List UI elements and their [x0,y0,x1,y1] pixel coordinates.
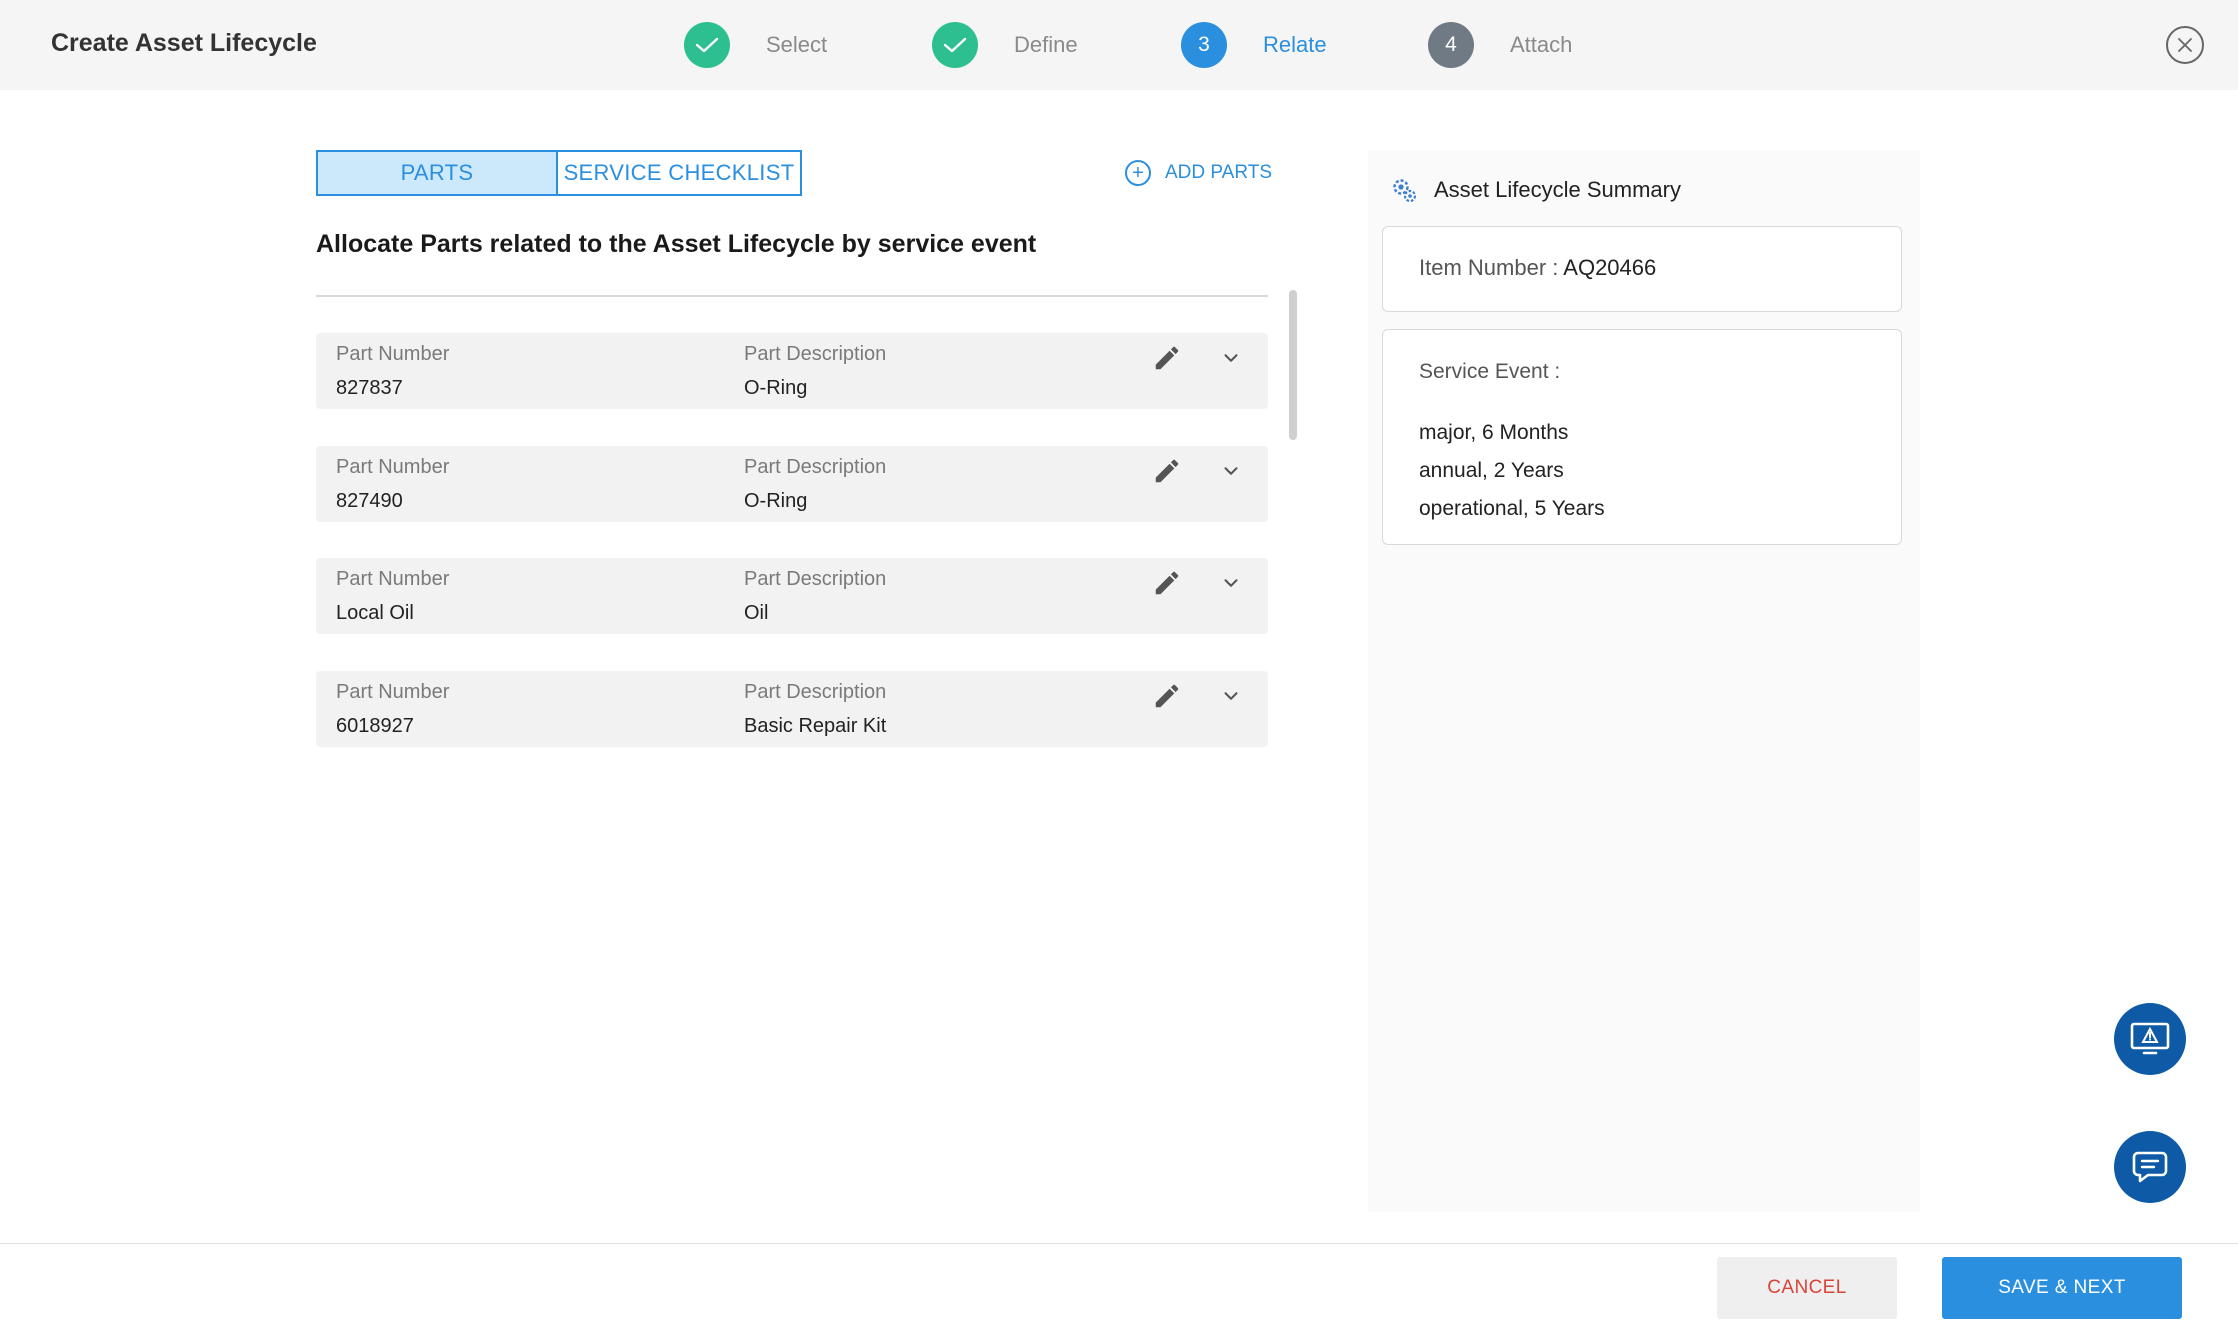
chat-icon [2132,1151,2168,1183]
cancel-button[interactable]: CANCEL [1717,1257,1897,1319]
service-event-item: major, 6 Months [1419,421,1569,444]
part-row: Part Number 827490 Part Description O-Ri… [316,446,1268,522]
divider [316,295,1268,297]
header-bar: Create Asset Lifecycle Select Define 3 R… [0,0,2238,90]
pencil-icon[interactable] [1152,343,1182,373]
pencil-icon[interactable] [1152,568,1182,598]
page-title: Create Asset Lifecycle [51,29,317,57]
save-next-button[interactable]: SAVE & NEXT [1942,1257,2182,1319]
summary-header: Asset Lifecycle Summary [1390,170,1681,210]
part-number-value: 827490 [336,490,403,512]
part-row: Part Number Local Oil Part Description O… [316,558,1268,634]
item-number-line: Item Number : AQ20466 [1419,255,1656,281]
item-number-box: Item Number : AQ20466 [1382,226,1902,312]
part-row: Part Number 6018927 Part Description Bas… [316,671,1268,747]
chevron-down-icon[interactable] [1220,685,1242,707]
item-number-label: Item Number : [1419,255,1564,280]
report-issue-button[interactable] [2114,1003,2186,1075]
part-row: Part Number 827837 Part Description O-Ri… [316,333,1268,409]
service-event-list: major, 6 Months annual, 2 Years operatio… [1419,414,1605,528]
page: Create Asset Lifecycle Select Define 3 R… [0,0,2238,1332]
chat-button[interactable] [2114,1131,2186,1203]
item-number-value: AQ20466 [1563,255,1657,280]
tab-parts[interactable]: PARTS [316,150,558,196]
part-description-value: Oil [744,602,769,624]
pencil-icon[interactable] [1152,681,1182,711]
chevron-down-icon[interactable] [1220,347,1242,369]
part-description-label: Part Description [744,343,887,365]
part-description-value: Basic Repair Kit [744,715,887,737]
summary-title: Asset Lifecycle Summary [1434,177,1681,202]
step-label: Attach [1510,32,1573,57]
step-define[interactable]: Define [932,22,1078,68]
step-number: 3 [1181,22,1227,68]
step-attach[interactable]: 4 Attach [1428,22,1572,68]
check-icon [932,22,978,68]
monitor-warning-icon [2130,1022,2170,1055]
step-label: Select [766,32,828,57]
add-parts-label: ADD PARTS [1165,162,1272,183]
scrollbar[interactable] [1289,290,1297,440]
tab-service-checklist[interactable]: SERVICE CHECKLIST [558,150,802,196]
part-description-value: O-Ring [744,377,808,399]
part-description-value: O-Ring [744,490,808,512]
service-event-label: Service Event : [1419,360,1561,383]
part-description-label: Part Description [744,568,887,590]
part-number-label: Part Number [336,681,450,703]
step-select[interactable]: Select [684,22,827,68]
part-number-value: Local Oil [336,602,414,624]
plus-circle-icon: + [1125,160,1151,186]
part-number-value: 827837 [336,377,403,399]
summary-panel: Asset Lifecycle Summary Item Number : AQ… [1368,150,1920,1212]
gears-icon [1393,179,1417,203]
close-icon [2178,38,2192,52]
part-number-label: Part Number [336,343,450,365]
part-number-label: Part Number [336,456,450,478]
chevron-down-icon[interactable] [1220,460,1242,482]
close-button[interactable] [2166,26,2204,64]
chevron-down-icon[interactable] [1220,572,1242,594]
section-heading: Allocate Parts related to the Asset Life… [316,230,1037,258]
footer-divider [0,1243,2238,1244]
tab-bar: PARTS SERVICE CHECKLIST [316,150,802,196]
pencil-icon[interactable] [1152,456,1182,486]
service-event-box: Service Event : major, 6 Months annual, … [1382,329,1902,545]
service-event-item: annual, 2 Years [1419,459,1564,482]
step-relate[interactable]: 3 Relate [1181,22,1327,68]
service-event-item: operational, 5 Years [1419,497,1605,520]
add-parts-button[interactable]: + ADD PARTS [1125,157,1272,189]
check-icon [684,22,730,68]
part-description-label: Part Description [744,681,887,703]
part-number-label: Part Number [336,568,450,590]
step-number: 4 [1428,22,1474,68]
part-number-value: 6018927 [336,715,414,737]
part-description-label: Part Description [744,456,887,478]
step-label: Relate [1263,32,1327,57]
step-label: Define [1014,32,1078,57]
